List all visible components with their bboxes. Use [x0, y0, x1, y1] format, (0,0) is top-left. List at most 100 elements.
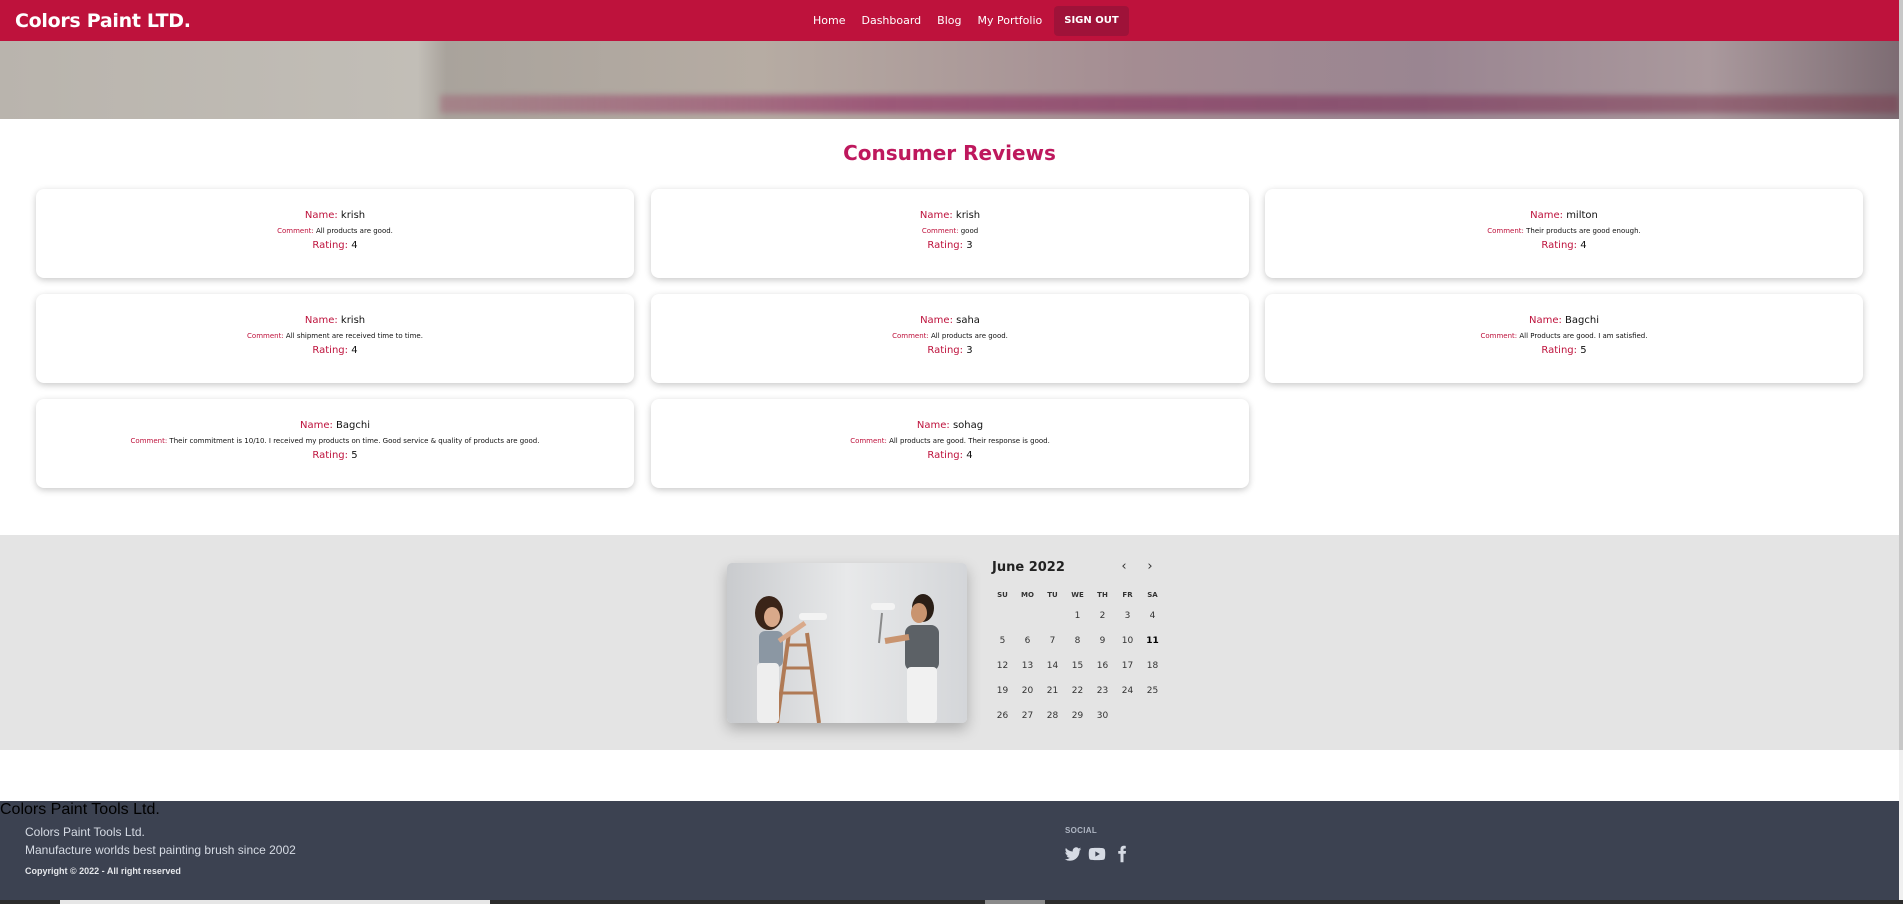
review-comment: All products are good.: [930, 332, 1008, 340]
main-nav: Home Dashboard Blog My Portfolio SIGN OU…: [805, 6, 1129, 36]
twitter-icon[interactable]: [1064, 845, 1082, 863]
name-label: Name:: [919, 210, 953, 221]
sign-out-button[interactable]: SIGN OUT: [1054, 6, 1129, 36]
calendar-day[interactable]: 25: [1140, 679, 1165, 704]
rating-label: Rating:: [312, 240, 349, 251]
chevron-right-icon[interactable]: ›: [1142, 560, 1158, 576]
calendar-day[interactable]: 2: [1090, 604, 1115, 629]
comment-label: Comment:: [1487, 227, 1524, 235]
calendar-weekday: TU: [1047, 591, 1058, 599]
calendar-day[interactable]: 12: [990, 654, 1015, 679]
review-rating: 3: [966, 345, 973, 356]
comment-label: Comment:: [921, 227, 959, 235]
review-name: Bagchi: [336, 420, 370, 431]
top-navbar: Colors Paint LTD. Home Dashboard Blog My…: [0, 0, 1899, 41]
calendar-day[interactable]: 3: [1115, 604, 1140, 629]
calendar-day[interactable]: 7: [1040, 629, 1065, 654]
calendar-day[interactable]: 15: [1065, 654, 1090, 679]
calendar-weekday: SA: [1147, 591, 1158, 599]
comment-label: Comment:: [1480, 332, 1518, 340]
painters-photo: [727, 563, 967, 723]
review-name: saha: [956, 315, 980, 326]
youtube-icon[interactable]: [1088, 845, 1106, 863]
hero-banner-image: [0, 41, 1899, 119]
comment-label: Comment:: [892, 332, 929, 340]
review-card: Name: krish Comment: All shipment are re…: [36, 294, 634, 383]
nav-my-portfolio[interactable]: My Portfolio: [970, 6, 1051, 36]
comment-label: Comment:: [850, 437, 887, 445]
name-label: Name:: [1528, 315, 1562, 326]
calendar-day[interactable]: 8: [1065, 629, 1090, 654]
bottom-bar: [0, 900, 1903, 904]
review-comment: Their products are good enough.: [1526, 227, 1641, 235]
brand-logo[interactable]: Colors Paint LTD.: [15, 10, 191, 32]
calendar-day[interactable]: 14: [1040, 654, 1065, 679]
comment-label: Comment:: [247, 332, 284, 340]
reviews-title: Consumer Reviews: [843, 141, 1056, 165]
facebook-icon[interactable]: [1113, 845, 1131, 863]
name-label: Name:: [916, 420, 950, 431]
comment-label: Comment:: [130, 437, 168, 445]
calendar-empty-cell: [1040, 604, 1065, 629]
chevron-left-icon[interactable]: ‹: [1116, 560, 1132, 576]
calendar-empty-cell: [1015, 604, 1040, 629]
name-label: Name:: [299, 420, 333, 431]
review-comment: All Products are good. I am satisfied.: [1519, 332, 1648, 340]
calendar-weekday: TH: [1097, 591, 1108, 599]
review-name: krish: [955, 210, 981, 221]
calendar-day[interactable]: 1: [1065, 604, 1090, 629]
review-card: Name: saha Comment: All products are goo…: [651, 294, 1249, 383]
painters-illustration: [727, 563, 967, 723]
calendar-month-label: June 2022: [992, 560, 1065, 575]
calendar-day[interactable]: 26: [990, 704, 1015, 729]
rating-label: Rating:: [927, 240, 964, 251]
review-rating: 4: [1580, 240, 1587, 251]
calendar-day[interactable]: 24: [1115, 679, 1140, 704]
calendar-day[interactable]: 27: [1015, 704, 1040, 729]
review-rating: 4: [966, 450, 973, 461]
calendar-day[interactable]: 21: [1040, 679, 1065, 704]
rating-label: Rating:: [927, 450, 964, 461]
review-comment: All products are good. Their response is…: [889, 437, 1050, 445]
calendar-day[interactable]: 18: [1140, 654, 1165, 679]
calendar-day[interactable]: 29: [1065, 704, 1090, 729]
calendar-day[interactable]: 16: [1090, 654, 1115, 679]
calendar-day[interactable]: 19: [990, 679, 1015, 704]
calendar-day[interactable]: 17: [1115, 654, 1140, 679]
calendar-day[interactable]: 4: [1140, 604, 1165, 629]
calendar-weekday: MO: [1021, 591, 1034, 599]
review-name: Bagchi: [1565, 315, 1599, 326]
calendar-day[interactable]: 9: [1090, 629, 1115, 654]
footer-copyright: Copyright © 2022 - All right reserved: [25, 866, 181, 876]
rating-label: Rating:: [1541, 345, 1578, 356]
review-card: Name: sohag Comment: All products are go…: [651, 399, 1249, 488]
review-comment: All shipment are received time to time.: [285, 332, 423, 340]
calendar-weekday: FR: [1122, 591, 1133, 599]
review-rating: 4: [351, 240, 358, 251]
vertical-scrollbar[interactable]: [1899, 0, 1903, 900]
review-comment: Their commitment is 10/10. I received my…: [169, 437, 540, 445]
nav-home[interactable]: Home: [805, 6, 853, 36]
calendar-day[interactable]: 22: [1065, 679, 1090, 704]
name-label: Name:: [304, 210, 338, 221]
review-rating: 4: [351, 345, 358, 356]
nav-dashboard[interactable]: Dashboard: [853, 6, 929, 36]
calendar-day[interactable]: 5: [990, 629, 1015, 654]
review-card: Name: milton Comment: Their products are…: [1265, 189, 1863, 278]
review-name: krish: [340, 210, 366, 221]
calendar-weekday: WE: [1071, 591, 1084, 599]
review-card: Name: Bagchi Comment: Their commitment i…: [36, 399, 634, 488]
calendar-grid: SU MO TU WE TH FR SA 1 2 3 4 5 6 7 8 9 10 11 12 13 14 15 16 17 1…: [990, 587, 1165, 729]
calendar-day[interactable]: 11: [1140, 629, 1165, 654]
rating-label: Rating:: [312, 450, 349, 461]
calendar-day[interactable]: 23: [1090, 679, 1115, 704]
nav-blog[interactable]: Blog: [929, 6, 969, 36]
calendar-day[interactable]: 20: [1015, 679, 1040, 704]
calendar-day[interactable]: 10: [1115, 629, 1140, 654]
calendar-day[interactable]: 6: [1015, 629, 1040, 654]
calendar-day[interactable]: 13: [1015, 654, 1040, 679]
calendar-day[interactable]: 28: [1040, 704, 1065, 729]
calendar-day[interactable]: 30: [1090, 704, 1115, 729]
scrollbar-thumb[interactable]: [1899, 0, 1903, 750]
review-name: sohag: [952, 420, 984, 431]
